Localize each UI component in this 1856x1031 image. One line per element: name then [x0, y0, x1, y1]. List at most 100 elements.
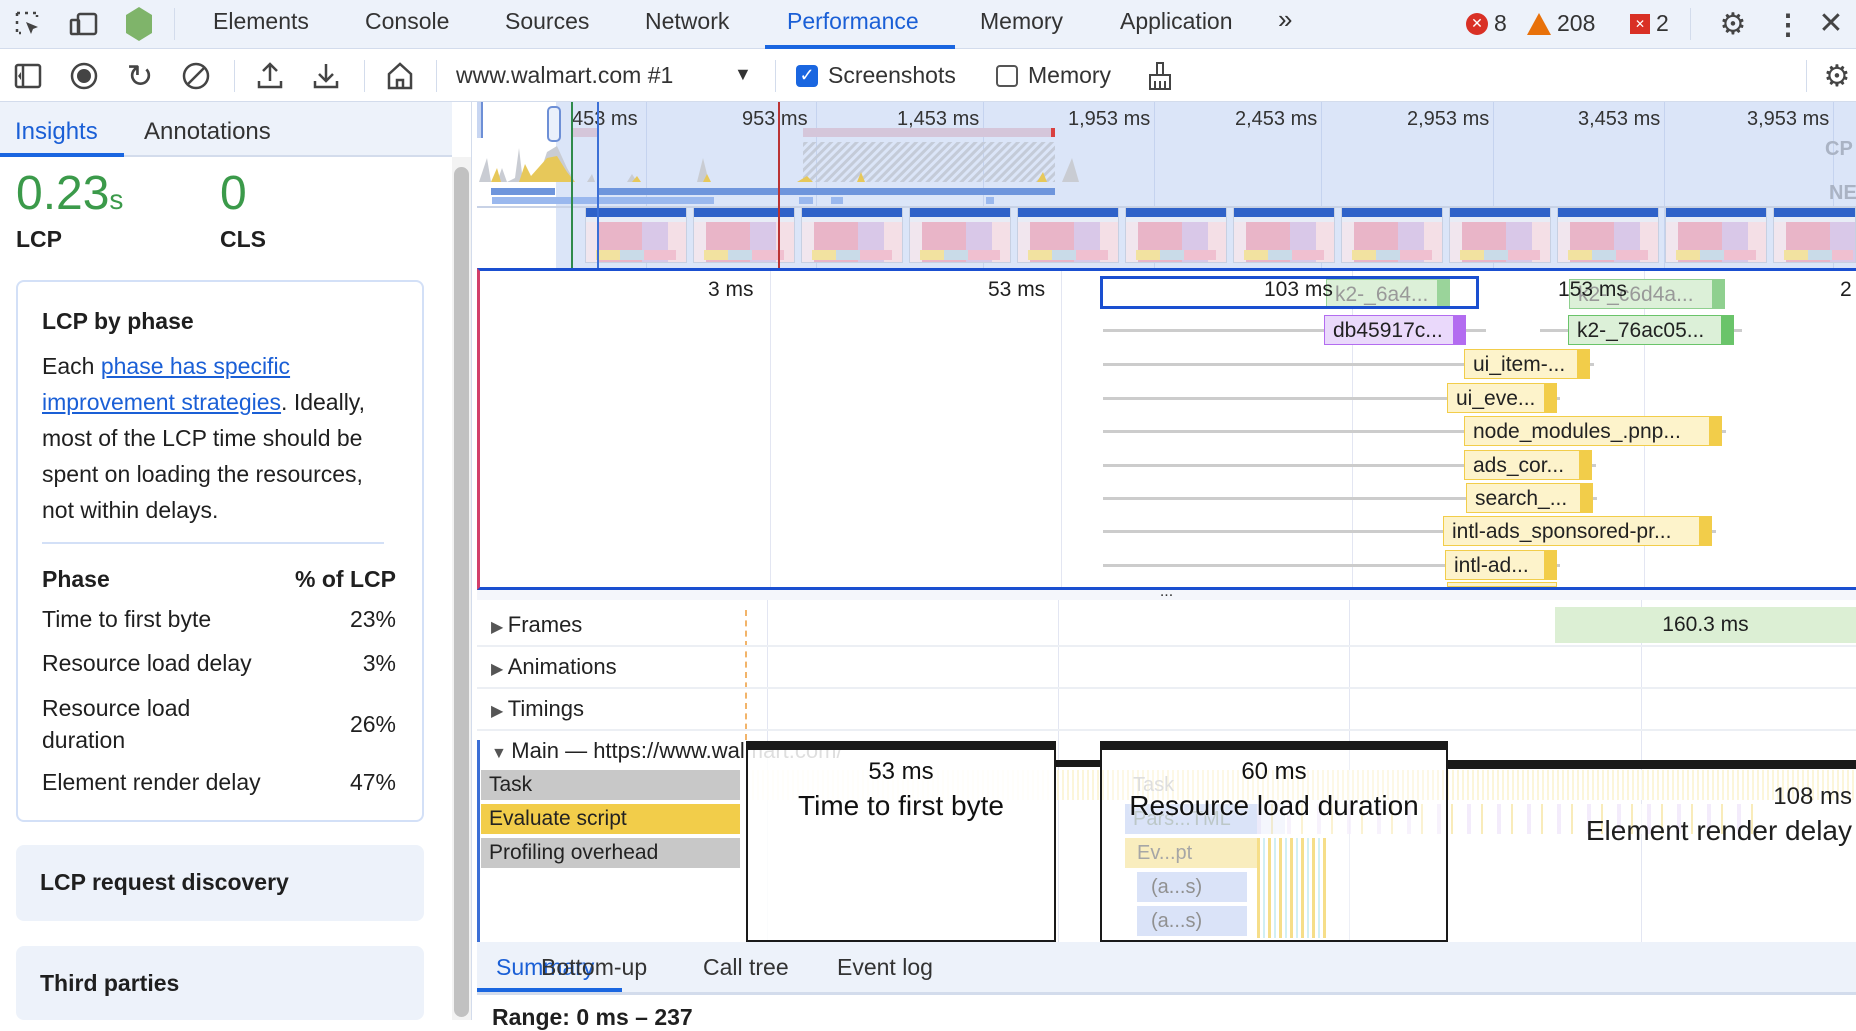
cls-metric-label: CLS — [220, 226, 266, 252]
screenshots-checkbox[interactable]: ✓ Screenshots — [796, 62, 956, 89]
tab-console[interactable]: Console — [365, 8, 449, 35]
timeline-overview[interactable]: 453 ms 953 ms 1,453 ms 1,953 ms 2,453 ms 2,95… — [477, 102, 1856, 268]
tab-bottom-up[interactable]: Bottom-up — [541, 954, 647, 981]
time-tick: 53 ms — [988, 278, 1046, 301]
extension-icon[interactable] — [122, 5, 156, 43]
collapse-arrow-icon: ▼ — [491, 745, 512, 762]
scrollbar-thumb[interactable] — [454, 167, 469, 1017]
summary-range: Range: 0 ms – 237 — [492, 1004, 693, 1030]
flame-resize-handle[interactable]: ... — [477, 584, 1856, 600]
expand-arrow-icon: ▶ — [491, 703, 508, 720]
tab-call-tree[interactable]: Call tree — [703, 954, 789, 981]
network-request-entry[interactable]: db45917c... — [1324, 315, 1466, 345]
selected-entry-outline[interactable] — [1100, 276, 1479, 309]
active-tab-indicator — [0, 153, 124, 157]
lcp-phase-resource-load-delay[interactable] — [1056, 760, 1102, 767]
error-counter[interactable]: ✕ 8 — [1466, 10, 1507, 37]
time-tick: 153 ms — [1558, 278, 1627, 301]
track-timings[interactable]: ▶ Timings — [491, 696, 584, 722]
tab-insights[interactable]: Insights — [15, 118, 98, 146]
network-flame-chart[interactable]: 3 ms 53 ms 103 ms 153 ms 2 k2-_6a4... k2-… — [477, 268, 1856, 590]
memory-checkbox[interactable]: Memory — [996, 62, 1111, 89]
network-request-entry[interactable]: node_modules_.pnp... — [1464, 416, 1722, 446]
track-frames[interactable]: ▶ Frames — [491, 612, 582, 638]
overview-time-tick: 3,953 ms — [1747, 108, 1830, 130]
frame-duration-bar[interactable]: 160.3 ms — [1555, 607, 1856, 643]
settings-gear-icon[interactable]: ⚙ — [1716, 8, 1750, 41]
screenshot-filmstrip[interactable] — [477, 207, 1856, 263]
screenshot-thumbnail[interactable] — [585, 207, 687, 263]
screenshot-thumbnail[interactable] — [1665, 207, 1767, 263]
reload-record-icon[interactable]: ↻ — [124, 58, 156, 94]
warning-counter[interactable]: 208 — [1527, 10, 1595, 37]
tab-performance[interactable]: Performance — [787, 8, 919, 35]
lcp-request-discovery-card[interactable]: LCP request discovery — [16, 845, 424, 921]
network-request-entry[interactable] — [1447, 582, 1557, 587]
network-request-entry[interactable]: ads_cor... — [1464, 450, 1592, 480]
toggle-sidebar-icon[interactable] — [12, 60, 44, 92]
tab-memory[interactable]: Memory — [980, 8, 1063, 35]
thumbnail-content — [812, 250, 892, 260]
marker-line-fcp — [571, 102, 573, 268]
lcp-phase-ttfb[interactable]: 53 ms Time to first byte — [746, 741, 1056, 942]
record-icon[interactable] — [68, 60, 100, 92]
cls-metric-value: 0 — [220, 167, 247, 220]
screenshot-thumbnail[interactable] — [909, 207, 1011, 263]
clear-icon[interactable] — [180, 60, 212, 92]
third-parties-card[interactable]: Third parties — [16, 946, 424, 1020]
screenshot-thumbnail[interactable] — [1125, 207, 1227, 263]
more-tabs-icon[interactable]: » — [1278, 4, 1292, 35]
screenshot-thumbnail[interactable] — [1449, 207, 1551, 263]
active-tab-indicator — [477, 988, 622, 992]
track-animations[interactable]: ▶ Animations — [491, 654, 617, 680]
network-request-entry[interactable]: search_... — [1466, 483, 1593, 513]
tab-event-log[interactable]: Event log — [837, 954, 933, 981]
sidebar-scrollbar[interactable] — [452, 157, 471, 1020]
inspect-element-icon[interactable] — [12, 8, 44, 40]
screenshot-thumbnail[interactable] — [1341, 207, 1443, 263]
network-request-entry[interactable]: intl-ads_sponsored-pr... — [1443, 516, 1712, 546]
phase-table-header: Phase% of LCP — [42, 566, 396, 592]
lcp-phase-resource-load-duration[interactable]: 60 ms Resource load duration — [1100, 741, 1448, 942]
card-title: LCP request discovery — [40, 869, 289, 895]
phase-row: Time to first byte 23% — [42, 606, 396, 632]
network-request-entry[interactable]: ui_eve... — [1447, 383, 1557, 413]
home-icon[interactable] — [384, 60, 416, 92]
tab-application[interactable]: Application — [1120, 8, 1233, 35]
thumbnail-content — [1784, 250, 1853, 260]
tab-network[interactable]: Network — [645, 8, 729, 35]
marker-line-lcp — [597, 102, 599, 268]
thumbnail-content — [1244, 250, 1324, 260]
network-request-entry[interactable]: intl-ad... — [1445, 550, 1557, 580]
screenshot-thumbnail[interactable] — [1773, 207, 1856, 263]
screenshot-thumbnail[interactable] — [1557, 207, 1659, 263]
garbage-collect-broom-icon[interactable] — [1144, 60, 1176, 92]
network-request-entry[interactable]: k2-_76ac05... — [1568, 315, 1734, 345]
tab-sources[interactable]: Sources — [505, 8, 589, 35]
thumbnail-content — [1352, 250, 1432, 260]
performance-toolbar: ↻ www.walmart.com #1 ▼ ✓ Screenshots Mem… — [0, 50, 1856, 102]
marker-line-load — [778, 102, 780, 268]
network-request-entry[interactable]: ui_item-... — [1464, 349, 1590, 379]
selection-handle-right[interactable] — [547, 106, 561, 142]
selection-handle-left[interactable] — [477, 102, 483, 138]
capture-settings-gear-icon[interactable]: ⚙ — [1820, 60, 1854, 93]
overview-time-tick: 2,953 ms — [1407, 108, 1490, 130]
screenshot-thumbnail[interactable] — [801, 207, 903, 263]
screenshot-thumbnail[interactable] — [1233, 207, 1335, 263]
recording-select[interactable]: www.walmart.com #1 ▼ — [456, 62, 756, 92]
overview-time-tick: 1,953 ms — [1068, 108, 1151, 130]
device-toolbar-icon[interactable] — [68, 8, 100, 40]
issues-counter[interactable]: ✕ 2 — [1630, 10, 1669, 37]
warning-icon — [1527, 12, 1551, 35]
overview-time-tick: 953 ms — [742, 108, 808, 130]
more-options-icon[interactable]: ⋮ — [1774, 8, 1802, 40]
upload-profile-icon[interactable] — [254, 60, 286, 92]
lcp-phase-element-render-delay[interactable]: 108 ms Element render delay — [1446, 760, 1856, 942]
download-profile-icon[interactable] — [310, 60, 342, 92]
tab-elements[interactable]: Elements — [213, 8, 309, 35]
tab-annotations[interactable]: Annotations — [144, 118, 271, 146]
close-devtools-icon[interactable]: ✕ — [1816, 6, 1846, 40]
card-description: Each phase has specific improvement stra… — [42, 353, 365, 523]
screenshot-thumbnail[interactable] — [1017, 207, 1119, 263]
